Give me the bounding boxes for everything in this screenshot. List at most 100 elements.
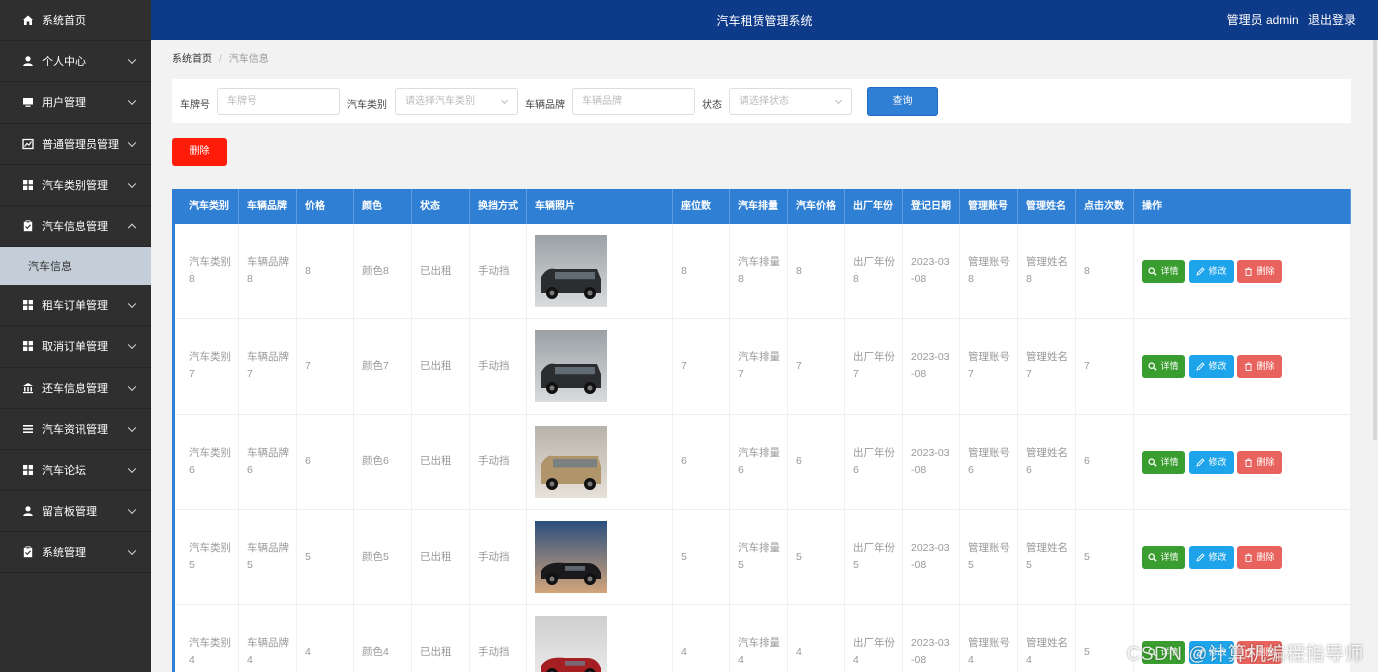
column-header-brand[interactable]: 车辆品牌: [239, 189, 297, 224]
delete-button[interactable]: 删除: [1237, 260, 1282, 283]
cell-date: 2023-03 -08: [903, 224, 960, 319]
edit-button[interactable]: 修改: [1189, 545, 1234, 569]
detail-button[interactable]: 详情: [1142, 355, 1185, 379]
cell-actions: 详情 修改 删除: [1134, 224, 1351, 319]
bank-icon: [22, 382, 34, 394]
cell-status: 已出租: [412, 319, 470, 414]
type-select[interactable]: 请选择汽车类别: [395, 88, 518, 115]
logout-link[interactable]: 退出登录: [1308, 13, 1356, 27]
detail-button[interactable]: 详情: [1142, 545, 1185, 569]
column-header-color[interactable]: 颜色: [354, 189, 412, 224]
home-icon: [22, 14, 34, 26]
cell-text: 颜色7: [362, 359, 389, 372]
delete-button[interactable]: 删除: [1237, 545, 1282, 569]
cell-photo: [527, 319, 673, 414]
cell-text: 颜色6: [362, 455, 389, 468]
sidebar-item-4[interactable]: 汽车类别管理: [0, 165, 151, 206]
car-photo[interactable]: [535, 521, 607, 594]
sidebar-item-10[interactable]: 汽车论坛: [0, 450, 151, 492]
car-photo[interactable]: [535, 425, 607, 498]
delete-button[interactable]: 删除: [1237, 355, 1282, 379]
column-header-gear[interactable]: 换挡方式: [470, 189, 527, 224]
page-scrollbar[interactable]: [1373, 40, 1377, 440]
query-button[interactable]: 查询: [867, 87, 938, 116]
trash-icon: [1245, 458, 1253, 467]
sidebar-item-6[interactable]: 租车订单管理: [0, 285, 151, 327]
edit-button[interactable]: 修改: [1189, 355, 1234, 379]
column-header-car_price[interactable]: 汽车价格: [788, 189, 845, 224]
detail-button[interactable]: 详情: [1142, 260, 1185, 283]
sidebar-item-7[interactable]: 取消订单管理: [0, 326, 151, 368]
column-header-type[interactable]: 汽车类别: [181, 189, 239, 224]
cell-price: 5: [297, 509, 354, 605]
chevron-down-icon: [500, 96, 509, 105]
chevron-up-icon: [127, 223, 137, 233]
cell-gear: 手动挡: [470, 414, 527, 509]
sidebar-item-2[interactable]: 用户管理: [0, 82, 151, 124]
sidebar-item-label: 汽车类别管理: [42, 179, 108, 192]
cell-text: 汽车排量 4: [738, 637, 780, 667]
sidebar-item-8[interactable]: 还车信息管理: [0, 368, 151, 409]
delete-button[interactable]: 删除: [1237, 450, 1282, 474]
cell-clicks: 8: [1076, 224, 1134, 319]
search-icon: [1148, 362, 1158, 371]
plate-input[interactable]: 车牌号: [217, 88, 340, 115]
brand-input[interactable]: 车辆品牌: [572, 88, 695, 115]
brand-placeholder: 车辆品牌: [582, 96, 622, 107]
edit-icon: [1196, 362, 1206, 371]
sidebar: 系统首页 个人中心 用户管理 普通管理员管理汽车类别管理汽车信息管理 汽车信息 租车订单管…: [0, 0, 151, 672]
detail-button[interactable]: 详情: [1142, 450, 1185, 474]
sidebar-item-1[interactable]: 个人中心: [0, 41, 151, 83]
column-header-status[interactable]: 状态: [412, 189, 470, 224]
batch-delete-button[interactable]: 删除: [172, 138, 227, 166]
cell-text: 管理账号 4: [968, 637, 1010, 667]
sidebar-item-12[interactable]: 系统管理: [0, 532, 151, 574]
column-header-year[interactable]: 出厂年份: [845, 189, 903, 224]
app-title: 汽车租赁管理系统: [716, 14, 813, 28]
column-header-date[interactable]: 登记日期: [903, 189, 960, 224]
column-header-seats[interactable]: 座位数: [673, 189, 730, 224]
column-header-name[interactable]: 管理姓名: [1018, 189, 1076, 224]
admin-user-label[interactable]: 管理员 admin: [1227, 13, 1299, 27]
cell-actions: 详情 修改 删除: [1134, 509, 1351, 605]
cell-year: 出厂年份 7: [845, 319, 903, 414]
cell-price: 7: [297, 319, 354, 414]
column-header-displacement[interactable]: 汽车排量: [730, 189, 788, 224]
edit-button[interactable]: 修改: [1189, 260, 1234, 283]
sidebar-item-3[interactable]: 普通管理员管理: [0, 124, 151, 165]
sidebar-item-11[interactable]: 留言板管理: [0, 491, 151, 533]
trash-icon: [1245, 362, 1253, 372]
car-photo[interactable]: [535, 235, 607, 308]
status-select[interactable]: 请选择状态: [729, 88, 852, 115]
car-table: 汽车类别 车辆品牌 价格 颜色 状态 换挡方式 车辆照片 座位数 汽车排量 汽车价格 出厂年份 登记日…: [172, 189, 1351, 672]
car-photo[interactable]: [535, 616, 607, 672]
chevron-down-icon: [127, 97, 137, 106]
edit-button[interactable]: 修改: [1189, 450, 1234, 474]
cell-text: 8: [305, 264, 311, 277]
cell-text: 管理账号 5: [968, 542, 1010, 572]
cell-text: 6: [1084, 455, 1090, 468]
cell-text: 8: [681, 264, 687, 277]
sidebar-item-label: 汽车论坛: [42, 464, 86, 477]
breadcrumb-home[interactable]: 系统首页: [172, 54, 212, 65]
cell-account: 管理账号 7: [960, 319, 1018, 414]
cell-name: 管理姓名 4: [1018, 605, 1076, 672]
column-header-price[interactable]: 价格: [297, 189, 354, 224]
cell-text: 颜色5: [362, 550, 389, 563]
column-header-account[interactable]: 管理账号: [960, 189, 1018, 224]
cell-text: 4: [681, 645, 687, 658]
column-header-clicks[interactable]: 点击次数: [1076, 189, 1134, 224]
sidebar-item-9[interactable]: 汽车资讯管理: [0, 409, 151, 450]
delete-button-label: 删除: [1256, 361, 1275, 372]
cell-brand: 车辆品牌 7: [239, 319, 297, 414]
sidebar-item-5[interactable]: 汽车信息管理: [0, 206, 151, 248]
cell-text: 7: [305, 359, 311, 372]
cell-type: 汽车类别 4: [181, 605, 239, 672]
column-header-actions[interactable]: 操作: [1134, 189, 1351, 224]
column-header-photo[interactable]: 车辆照片: [527, 189, 673, 224]
sidebar-item-0[interactable]: 系统首页: [0, 0, 151, 42]
sidebar-subitem-car-info[interactable]: 汽车信息: [0, 247, 151, 286]
cell-photo: [527, 605, 673, 672]
cell-text: 5: [681, 550, 687, 563]
car-photo[interactable]: [535, 330, 607, 403]
